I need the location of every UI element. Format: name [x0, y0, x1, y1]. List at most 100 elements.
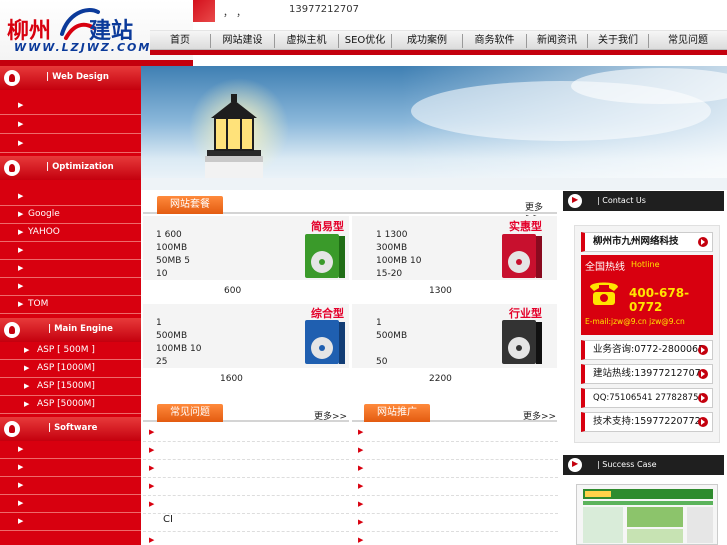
- sidebar-item[interactable]: ▶: [0, 135, 141, 153]
- promo-item[interactable]: ▶: [352, 532, 558, 545]
- play-icon: [568, 194, 582, 208]
- sidebar-head-optimization: | Optimization: [0, 156, 141, 180]
- sidebar-item-label: TOM: [28, 299, 49, 309]
- faq-item[interactable]: ▶: [143, 442, 349, 460]
- site-header: 柳州 建站 WWW.LZJWZ.COM ， ， 13977212707 首页 网站…: [0, 0, 727, 66]
- promo-item[interactable]: ▶: [352, 496, 558, 514]
- hero-banner-lighthouse: [141, 66, 727, 190]
- nav-item-seo[interactable]: SEO优化: [339, 31, 391, 51]
- promo-item[interactable]: ▶: [352, 424, 558, 442]
- go-arrow-icon: [698, 417, 708, 427]
- nav-item-web-design[interactable]: 网站建设: [211, 31, 274, 51]
- company-name-button[interactable]: 柳州市九州网络科技: [581, 232, 713, 252]
- sidebar-item-asp-1000m[interactable]: ▶ ASP [1000M]: [0, 360, 141, 378]
- arrow-right-icon: ▶: [24, 382, 30, 390]
- sidebar-item[interactable]: ▶: [0, 242, 141, 260]
- tech-support-text: 技术支持:15977220772: [593, 416, 701, 427]
- success-case-thumbnail[interactable]: [576, 484, 718, 545]
- sidebar-item-asp-500m[interactable]: ▶ ASP [ 500M ]: [0, 342, 141, 360]
- nav-item-about[interactable]: 关于我们: [588, 31, 648, 51]
- arrow-right-icon: ▶: [358, 536, 364, 544]
- nav-item-software[interactable]: 商务软件: [463, 31, 526, 51]
- contact-us-header: | Contact Us: [563, 191, 724, 211]
- package-card-industry[interactable]: 1 500MB 50 行业型: [352, 304, 557, 368]
- sidebar-head-title: | Main Engine: [48, 324, 113, 334]
- sidebar-item[interactable]: ▶: [0, 278, 141, 296]
- sidebar-head-title: | Software: [48, 423, 98, 433]
- arrow-right-icon: ▶: [18, 101, 24, 109]
- promo-item[interactable]: ▶: [352, 478, 558, 496]
- nav-item-news[interactable]: 新闻资讯: [527, 31, 587, 51]
- arrow-right-icon: ▶: [18, 282, 24, 290]
- nav-item-faq[interactable]: 常见问题: [649, 31, 727, 51]
- packages-tab[interactable]: 网站套餐: [157, 196, 223, 214]
- arrow-right-icon: ▶: [358, 446, 364, 454]
- go-arrow-icon: [698, 369, 708, 379]
- play-icon: [568, 458, 582, 472]
- sidebar-item-google[interactable]: ▶ Google: [0, 206, 141, 224]
- main-nav: 首页 网站建设 虚拟主机 SEO优化 成功案例 商务软件 新闻资讯 关于我们 常…: [150, 30, 727, 50]
- go-arrow-icon: [698, 393, 708, 403]
- sidebar-item-asp-1500m[interactable]: ▶ ASP [1500M]: [0, 378, 141, 396]
- promo-more-link[interactable]: 更多>>: [523, 409, 556, 422]
- package-card-value[interactable]: 1 1300 300MB 100MB 10 15-20 实惠型: [352, 216, 557, 280]
- arrow-right-icon: ▶: [18, 246, 24, 254]
- faq-tab[interactable]: 常见问题: [157, 404, 223, 422]
- sidebar-item[interactable]: ▶: [0, 97, 141, 115]
- package-price: 1300: [429, 286, 452, 296]
- sidebar-item[interactable]: ▶: [0, 441, 141, 459]
- top-bar-accent: [193, 0, 215, 22]
- sidebar-head-main-engine: | Main Engine: [0, 318, 141, 342]
- promo-item[interactable]: ▶: [352, 460, 558, 478]
- arrow-right-icon: ▶: [18, 192, 24, 200]
- sidebar-item-label: ASP [1000M]: [37, 363, 95, 373]
- sidebar-item[interactable]: ▶: [0, 188, 141, 206]
- arrow-right-icon: ▶: [358, 518, 364, 526]
- faq-item[interactable]: ▶: [143, 532, 349, 545]
- sidebar-item[interactable]: ▶: [0, 495, 141, 513]
- arrow-right-icon: ▶: [18, 210, 24, 218]
- qq-button[interactable]: QQ:75106541 277828755: [581, 388, 713, 408]
- website-thumbnail-image: [577, 485, 717, 544]
- sidebar-item[interactable]: ▶: [0, 513, 141, 531]
- sidebar-item-tom[interactable]: ▶ TOM: [0, 296, 141, 314]
- nav-item-cases[interactable]: 成功案例: [392, 31, 462, 51]
- arrow-right-icon: ▶: [149, 464, 155, 472]
- bell-icon: [4, 421, 20, 437]
- package-spec: 50MB 5: [156, 256, 190, 266]
- faq-item[interactable]: ▶: [143, 478, 349, 496]
- package-price: 600: [224, 286, 242, 296]
- nav-item-home[interactable]: 首页: [150, 31, 210, 51]
- hotline-box: 全国热线 Hotline 400-678-0772 E-mail:jzw@9.c…: [581, 255, 713, 335]
- hotline-number: 400-678-0772: [629, 286, 690, 314]
- package-spec: 1: [376, 318, 382, 328]
- promo-section-header: 网站推广 更多>>: [352, 402, 557, 422]
- nav-item-hosting[interactable]: 虚拟主机: [275, 31, 338, 51]
- tech-support-button[interactable]: 技术支持:15977220772: [581, 412, 713, 432]
- faq-item[interactable]: ▶ CI: [143, 514, 349, 532]
- faq-more-link[interactable]: 更多>>: [314, 409, 347, 422]
- promo-item[interactable]: ▶: [352, 514, 558, 532]
- promo-tab[interactable]: 网站推广: [364, 404, 430, 422]
- sidebar-item[interactable]: ▶: [0, 459, 141, 477]
- faq-item[interactable]: ▶: [143, 424, 349, 442]
- sidebar-head-web-design: | Web Design: [0, 66, 141, 90]
- go-arrow-icon: [698, 237, 708, 247]
- business-inquiry-button[interactable]: 业务咨询:0772-2800065: [581, 340, 713, 360]
- package-card-basic[interactable]: 1 600 100MB 50MB 5 10 简易型: [143, 216, 349, 280]
- arrow-right-icon: ▶: [18, 264, 24, 272]
- sidebar-item-yahoo[interactable]: ▶ YAHOO: [0, 224, 141, 242]
- logo-url: WWW.LZJWZ.COM: [14, 41, 152, 54]
- promo-item[interactable]: ▶: [352, 442, 558, 460]
- sidebar-item-label: ASP [1500M]: [37, 381, 95, 391]
- sidebar-item-asp-5000m[interactable]: ▶ ASP [5000M]: [0, 396, 141, 414]
- sidebar-item[interactable]: ▶: [0, 477, 141, 495]
- faq-item[interactable]: ▶: [143, 496, 349, 514]
- sidebar-item[interactable]: ▶: [0, 116, 141, 134]
- package-card-comprehensive[interactable]: 1 500MB 100MB 10 25 综合型: [143, 304, 349, 368]
- site-hotline-button[interactable]: 建站热线:13977212707: [581, 364, 713, 384]
- sidebar-item[interactable]: ▶: [0, 260, 141, 278]
- arrow-right-icon: ▶: [18, 445, 24, 453]
- faq-item[interactable]: ▶: [143, 460, 349, 478]
- telephone-icon: [590, 282, 618, 305]
